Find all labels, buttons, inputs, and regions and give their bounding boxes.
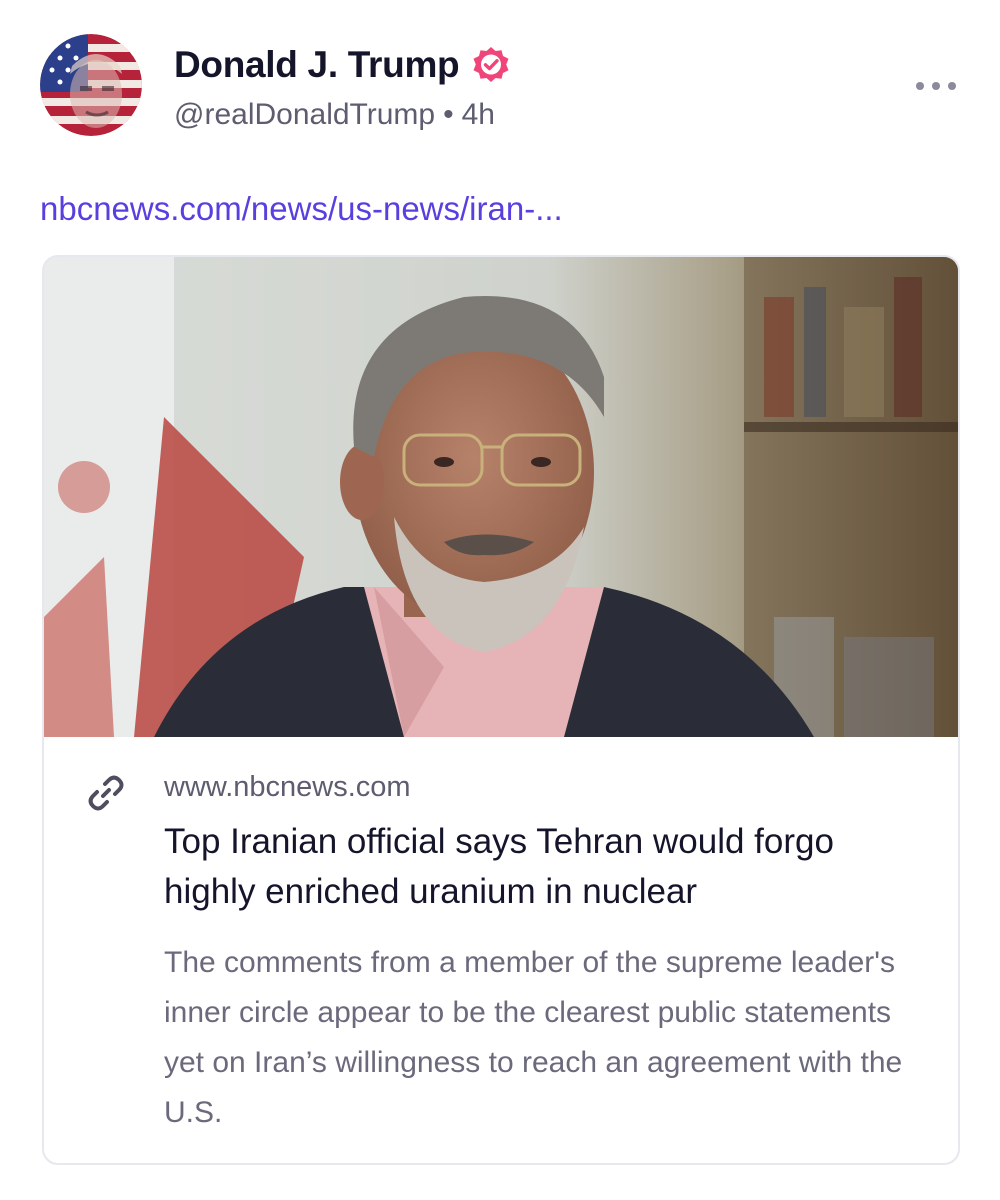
link-preview-card[interactable]: www.nbcnews.com Top Iranian official say…: [42, 255, 960, 1165]
author-handle[interactable]: @realDonaldTrump: [174, 98, 435, 131]
more-options-icon: [932, 82, 940, 90]
link-icon: [88, 775, 124, 811]
post-link[interactable]: nbcnews.com/news/us-news/iran-...: [40, 190, 563, 228]
card-domain: www.nbcnews.com: [164, 771, 411, 803]
more-options-icon: [948, 82, 956, 90]
link-preview-body: www.nbcnews.com Top Iranian official say…: [44, 737, 958, 1163]
more-options-button[interactable]: [916, 74, 956, 98]
author-meta: @realDonaldTrump • 4h: [174, 98, 495, 132]
avatar-image: [40, 34, 142, 136]
author-display-name[interactable]: Donald J. Trump: [174, 44, 460, 86]
author-name[interactable]: Donald J. Trump: [174, 44, 511, 86]
social-post: Donald J. Trump @realDonaldTrump • 4h nbcn…: [0, 0, 1000, 1200]
more-options-icon: [916, 82, 924, 90]
card-title: Top Iranian official says Tehran would f…: [164, 822, 834, 911]
author-avatar[interactable]: [40, 34, 142, 136]
meta-separator: •: [443, 98, 454, 131]
post-timestamp[interactable]: 4h: [462, 98, 495, 131]
verified-badge-icon: [473, 47, 509, 82]
article-photo: [44, 257, 958, 737]
card-description: The comments from a member of the suprem…: [164, 946, 903, 1129]
